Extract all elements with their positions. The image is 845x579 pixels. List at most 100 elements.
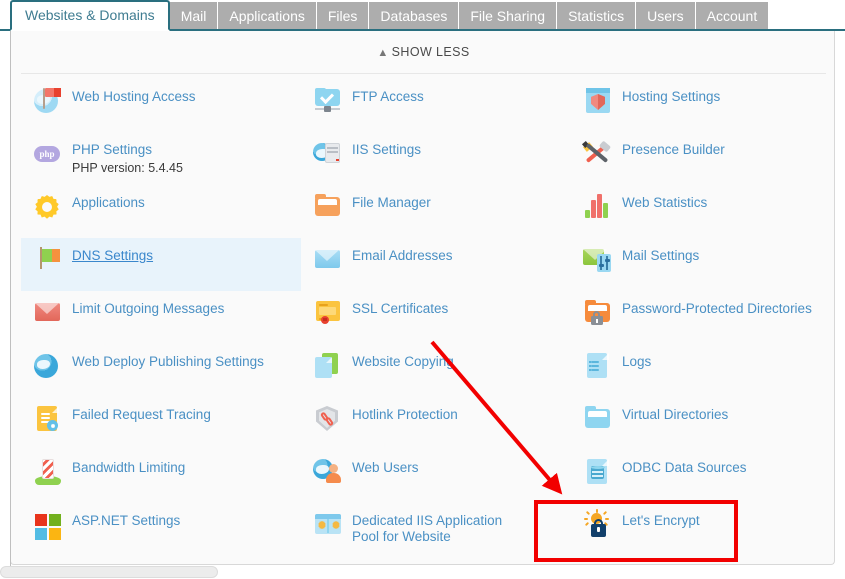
tool-item-hosting-settings[interactable]: Hosting Settings <box>571 79 834 132</box>
tab-databases[interactable]: Databases <box>369 2 460 31</box>
tool-item-label[interactable]: Failed Request Tracing <box>72 407 211 423</box>
tool-item-label[interactable]: Password-Protected Directories <box>622 301 812 317</box>
tool-item-web-deploy-publishing-settings[interactable]: Web Deploy Publishing Settings <box>21 344 301 397</box>
tool-item-password-protected-directories[interactable]: Password-Protected Directories <box>571 291 834 344</box>
tool-item-dns-settings[interactable]: DNS Settings <box>21 238 301 291</box>
tab-applications[interactable]: Applications <box>218 2 317 31</box>
tool-item-text: Web Users <box>352 458 419 476</box>
tool-item-label[interactable]: Logs <box>622 354 651 370</box>
horizontal-scrollbar-thumb[interactable] <box>0 566 218 578</box>
document-error-icon <box>33 403 63 433</box>
tool-item-text: Hotlink Protection <box>352 405 458 423</box>
tool-item-label[interactable]: Hotlink Protection <box>352 407 458 423</box>
tool-item-logs[interactable]: Logs <box>571 344 834 397</box>
tool-item-odbc-data-sources[interactable]: ODBC Data Sources <box>571 450 834 503</box>
main-tab-bar: Websites & Domains Mail Applications Files D… <box>0 0 845 31</box>
tool-item-text: Bandwidth Limiting <box>72 458 185 476</box>
red-envelope-icon <box>33 297 63 327</box>
tool-item-label[interactable]: Mail Settings <box>622 248 699 264</box>
tool-item-label[interactable]: ODBC Data Sources <box>622 460 747 476</box>
copy-documents-icon <box>313 350 343 380</box>
tool-item-label[interactable]: PHP Settings <box>72 142 183 158</box>
tool-item-label[interactable]: SSL Certificates <box>352 301 448 317</box>
certificate-icon <box>313 297 343 327</box>
tab-files[interactable]: Files <box>316 2 370 31</box>
php-icon: php <box>33 138 63 168</box>
tool-item-label[interactable]: Presence Builder <box>622 142 725 158</box>
tool-item-web-hosting-access[interactable]: Web Hosting Access <box>21 79 301 132</box>
globe-person-icon <box>313 456 343 486</box>
tools-column-2: FTP Access IIS Settings File Manager Email … <box>301 79 581 564</box>
tool-item-applications[interactable]: Applications <box>21 185 301 238</box>
tool-item-web-users[interactable]: Web Users <box>301 450 581 503</box>
tool-item-label[interactable]: IIS Settings <box>352 142 421 158</box>
gear-icon <box>33 191 63 221</box>
tab-account[interactable]: Account <box>695 2 770 31</box>
tool-item-web-statistics[interactable]: Web Statistics <box>571 185 834 238</box>
tool-item-text: Failed Request Tracing <box>72 405 211 423</box>
tab-websites-domains[interactable]: Websites & Domains <box>10 0 170 31</box>
tool-item-label[interactable]: Website Copying <box>352 354 454 370</box>
tool-item-label[interactable]: Email Addresses <box>352 248 453 264</box>
tool-item-text: Password-Protected Directories <box>622 299 812 317</box>
tool-item-label[interactable]: Web Statistics <box>622 195 707 211</box>
tool-item-label[interactable]: ASP.NET Settings <box>72 513 180 529</box>
hosting-shield-icon <box>583 85 613 115</box>
tool-item-text: Dedicated IIS Application Pool for Websi… <box>352 511 517 545</box>
tool-item-label[interactable]: Bandwidth Limiting <box>72 460 185 476</box>
tools-column-1: Web Hosting Access php PHP Settings PHP ver… <box>21 79 301 556</box>
tool-item-php-settings[interactable]: php PHP Settings PHP version: 5.4.45 <box>21 132 301 185</box>
panel-left-edge <box>10 31 11 566</box>
show-less-label: SHOW LESS <box>391 45 470 59</box>
blue-globe-icon <box>33 350 63 380</box>
tool-item-label[interactable]: Hosting Settings <box>622 89 720 105</box>
tool-item-text: ODBC Data Sources <box>622 458 747 476</box>
tool-item-label[interactable]: Virtual Directories <box>622 407 728 423</box>
tool-item-text: Applications <box>72 193 145 211</box>
red-highlight-box <box>534 500 738 562</box>
tools-column-3: Hosting Settings Presence Builder Web Stat… <box>571 79 834 556</box>
tool-item-mail-settings[interactable]: Mail Settings <box>571 238 834 291</box>
orange-folder-icon <box>313 191 343 221</box>
tool-item-iis-settings[interactable]: IIS Settings <box>301 132 581 185</box>
tab-list: Websites & Domains Mail Applications Files D… <box>10 0 770 31</box>
tab-mail[interactable]: Mail <box>169 2 219 31</box>
tool-item-asp-net-settings[interactable]: ASP.NET Settings <box>21 503 301 556</box>
tool-item-label[interactable]: Web Deploy Publishing Settings <box>72 354 264 370</box>
show-less-toggle[interactable]: ▲ SHOW LESS <box>11 45 834 59</box>
dns-flag-icon <box>33 244 63 274</box>
tool-item-bandwidth-limiting[interactable]: Bandwidth Limiting <box>21 450 301 503</box>
tool-item-presence-builder[interactable]: Presence Builder <box>571 132 834 185</box>
tool-item-virtual-directories[interactable]: Virtual Directories <box>571 397 834 450</box>
tool-item-limit-outgoing-messages[interactable]: Limit Outgoing Messages <box>21 291 301 344</box>
tool-item-label[interactable]: FTP Access <box>352 89 424 105</box>
tool-item-text: Web Deploy Publishing Settings <box>72 352 264 370</box>
mail-settings-icon <box>583 244 613 274</box>
globe-flag-icon <box>33 85 63 115</box>
log-document-icon <box>583 350 613 380</box>
tab-file-sharing[interactable]: File Sharing <box>459 2 558 31</box>
tool-item-label[interactable]: File Manager <box>352 195 431 211</box>
tool-item-ssl-certificates[interactable]: SSL Certificates <box>301 291 581 344</box>
tool-item-ftp-access[interactable]: FTP Access <box>301 79 581 132</box>
tool-item-text: Virtual Directories <box>622 405 728 423</box>
tool-item-website-copying[interactable]: Website Copying <box>301 344 581 397</box>
blue-folder-icon <box>583 403 613 433</box>
tool-item-label[interactable]: Dedicated IIS Application Pool for Websi… <box>352 513 517 545</box>
tool-item-hotlink-protection[interactable]: Hotlink Protection <box>301 397 581 450</box>
tool-item-email-addresses[interactable]: Email Addresses <box>301 238 581 291</box>
tool-item-label[interactable]: Limit Outgoing Messages <box>72 301 224 317</box>
tool-item-label[interactable]: Web Users <box>352 460 419 476</box>
tab-statistics[interactable]: Statistics <box>557 2 637 31</box>
database-document-icon <box>583 456 613 486</box>
tool-item-text: DNS Settings <box>72 246 153 264</box>
tool-item-label[interactable]: Web Hosting Access <box>72 89 196 105</box>
tool-item-label[interactable]: Applications <box>72 195 145 211</box>
tool-item-file-manager[interactable]: File Manager <box>301 185 581 238</box>
tab-users[interactable]: Users <box>636 2 696 31</box>
tool-item-failed-request-tracing[interactable]: Failed Request Tracing <box>21 397 301 450</box>
tools-icon <box>581 138 613 168</box>
barber-pole-icon <box>33 456 63 486</box>
divider <box>21 73 826 74</box>
tool-item-label[interactable]: DNS Settings <box>72 248 153 264</box>
